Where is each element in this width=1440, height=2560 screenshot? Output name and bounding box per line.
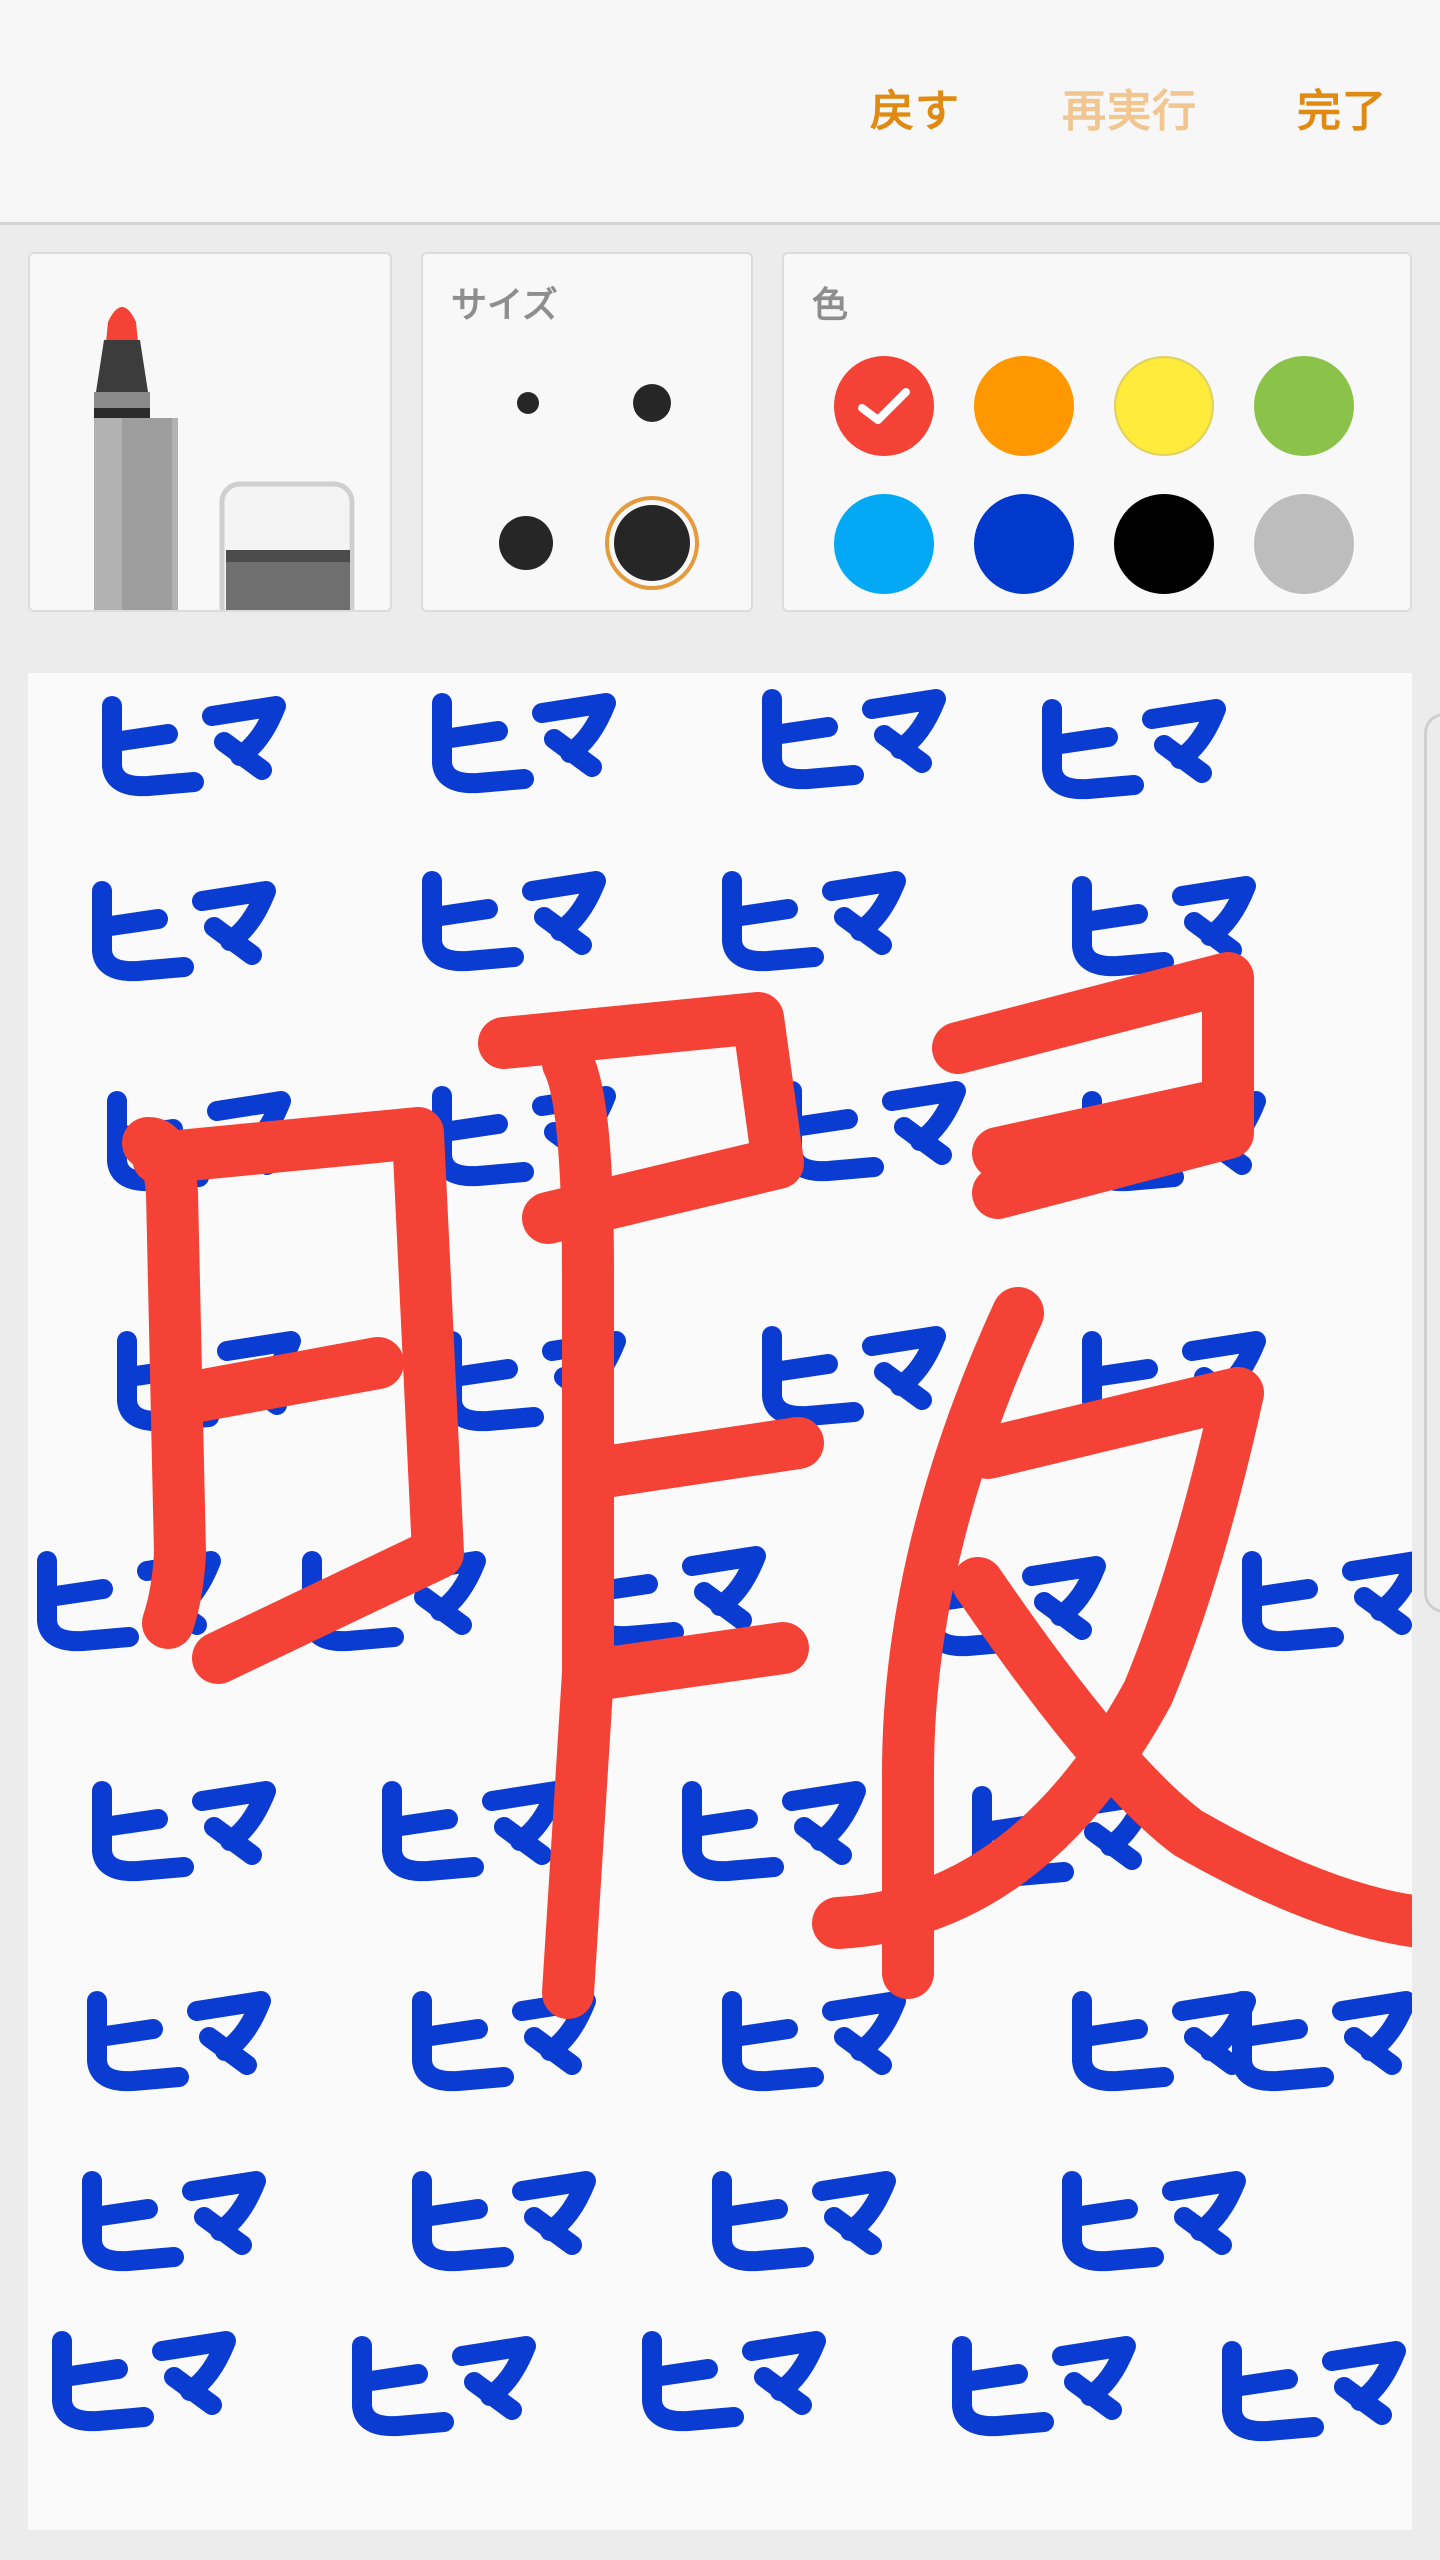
- size-label: サイズ: [451, 285, 558, 326]
- color-swatch-gray[interactable]: [1254, 494, 1354, 594]
- color-swatch-black[interactable]: [1114, 494, 1214, 594]
- red-kanji-stroke: [122, 952, 1412, 2019]
- color-swatch-blue[interactable]: [974, 494, 1074, 594]
- size-panel: サイズ: [421, 252, 753, 612]
- tool-panel: [28, 252, 392, 612]
- color-swatch-yellow[interactable]: [1114, 356, 1214, 456]
- canvas-area: [0, 643, 1440, 2560]
- color-swatch-red[interactable]: [834, 356, 934, 456]
- size-option-medium[interactable]: [499, 516, 553, 570]
- size-option-small[interactable]: [633, 384, 671, 422]
- done-button[interactable]: 完了: [1297, 82, 1387, 142]
- size-option-large-selected[interactable]: [605, 496, 699, 590]
- drawing-canvas[interactable]: [28, 673, 1412, 2530]
- drawing-strokes: [28, 673, 1412, 2530]
- size-option-extra-small[interactable]: [517, 392, 539, 414]
- checkmark-icon: [858, 388, 910, 424]
- drawing-toolbar: サイズ 色: [0, 225, 1440, 643]
- top-bar: 戻す 再実行 完了: [0, 0, 1440, 225]
- next-page-edge[interactable]: [1424, 713, 1440, 1613]
- color-label: 色: [812, 285, 849, 326]
- eraser-icon[interactable]: [218, 480, 356, 612]
- undo-button[interactable]: 戻す: [870, 82, 960, 142]
- marker-pen-icon[interactable]: [68, 292, 178, 612]
- color-swatch-orange[interactable]: [974, 356, 1074, 456]
- color-swatch-light-blue[interactable]: [834, 494, 934, 594]
- color-swatch-green[interactable]: [1254, 356, 1354, 456]
- color-panel: 色: [782, 252, 1412, 612]
- redo-button[interactable]: 再実行: [1062, 82, 1197, 142]
